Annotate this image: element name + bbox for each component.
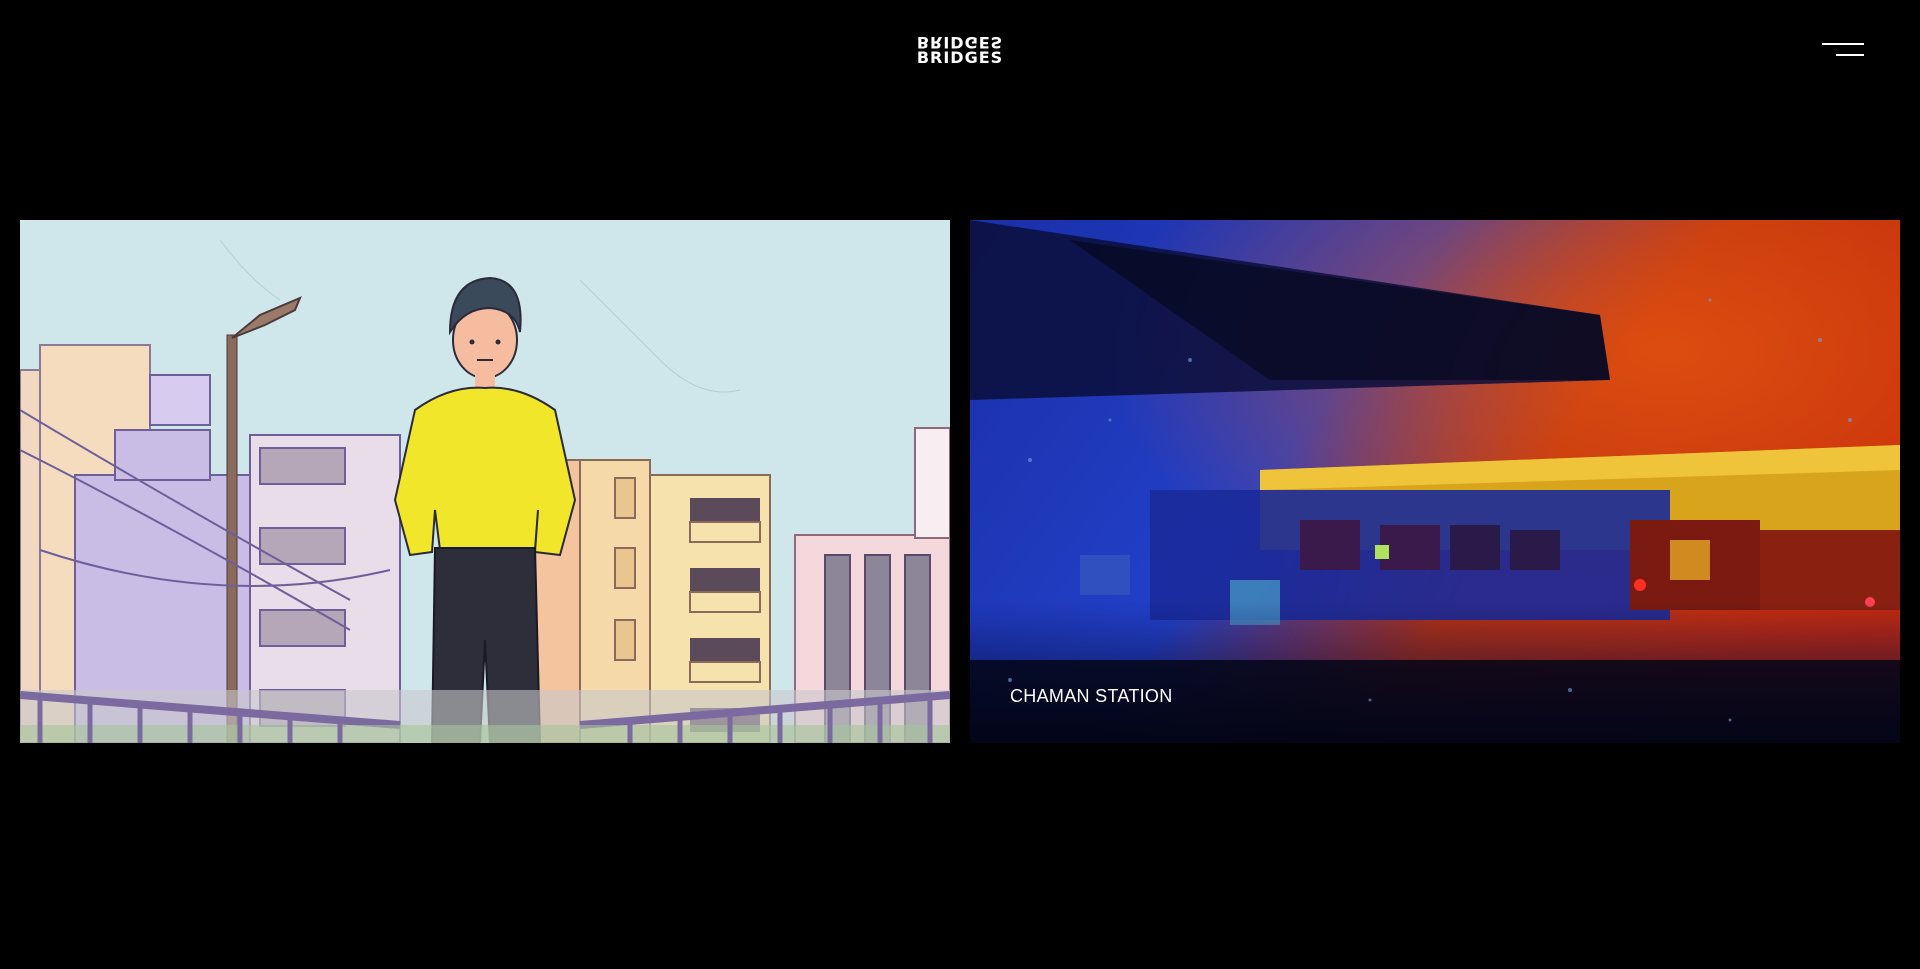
page: BRIDGES BRIDGES CHAMAN STATION (0, 0, 1920, 969)
project-image-illustration (20, 220, 950, 743)
logo-text: BRIDGES (916, 50, 1004, 65)
logo-text-mirrored: BRIDGES (916, 35, 1004, 50)
menu-line-top (1822, 43, 1864, 45)
menu-line-bottom (1836, 54, 1864, 56)
header: BRIDGES BRIDGES (0, 0, 1920, 100)
logo[interactable]: BRIDGES BRIDGES (910, 34, 1010, 66)
project-card-chaman-station[interactable]: CHAMAN STATION (970, 220, 1900, 743)
hamburger-menu-icon[interactable] (1818, 40, 1866, 60)
project-card-illustration[interactable] (20, 220, 950, 743)
project-image-chaman-station (970, 220, 1900, 743)
project-label: CHAMAN STATION (1010, 686, 1173, 706)
